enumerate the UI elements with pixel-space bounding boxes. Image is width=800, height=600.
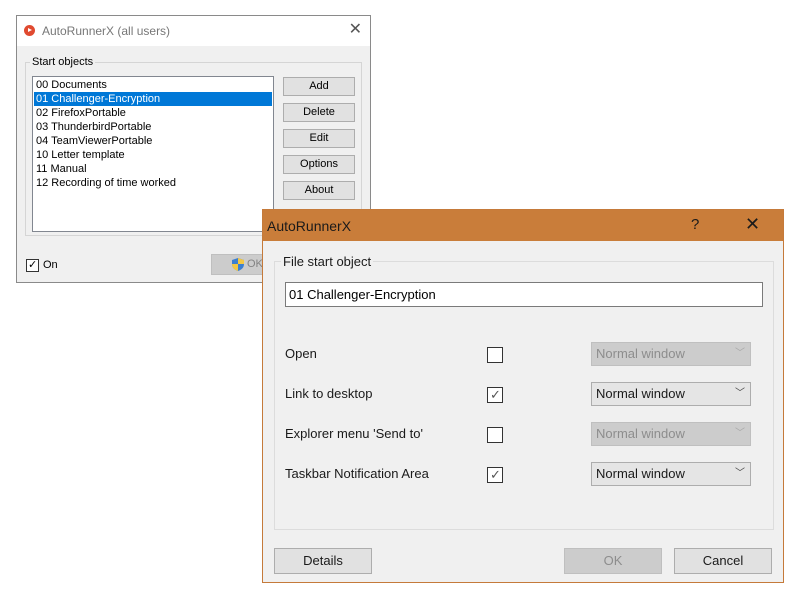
edit-button[interactable]: Edit	[283, 129, 355, 148]
delete-button[interactable]: Delete	[283, 103, 355, 122]
link-to-desktop-window-mode-select[interactable]: Normal window ﹀	[591, 382, 751, 406]
list-item[interactable]: 00 Documents	[34, 78, 272, 92]
send-to-label: Explorer menu 'Send to'	[285, 426, 423, 441]
add-button[interactable]: Add	[283, 77, 355, 96]
chevron-down-icon: ﹀	[735, 348, 745, 359]
list-item[interactable]: 02 FirefoxPortable	[34, 106, 272, 120]
details-button[interactable]: Details	[274, 548, 372, 574]
start-objects-list[interactable]: 00 Documents 01 Challenger-Encryption 02…	[32, 76, 274, 232]
close-icon[interactable]: ✕	[349, 21, 362, 39]
main-window-title: AutoRunnerX (all users)	[42, 24, 171, 38]
cancel-button[interactable]: Cancel	[674, 548, 772, 574]
link-to-desktop-checkbox[interactable]: ✓	[487, 387, 503, 403]
list-item[interactable]: 11 Manual	[34, 162, 272, 176]
open-label: Open	[285, 346, 317, 361]
main-window-titlebar[interactable]: AutoRunnerX (all users) ✕	[17, 16, 370, 46]
taskbar-notification-label: Taskbar Notification Area	[285, 466, 429, 481]
on-checkbox[interactable]: ✓	[26, 259, 39, 272]
file-start-object-dialog: AutoRunnerX ? ✕ File start object Open N…	[262, 209, 784, 583]
chevron-down-icon: ﹀	[735, 468, 745, 479]
dialog-title: AutoRunnerX	[267, 218, 352, 234]
file-start-object-label: File start object	[283, 254, 372, 269]
open-checkbox[interactable]	[487, 347, 503, 363]
check-icon: ✓	[28, 259, 38, 271]
options-button[interactable]: Options	[283, 155, 355, 174]
check-icon: ✓	[490, 467, 501, 482]
link-to-desktop-window-mode-value: Normal window	[596, 386, 685, 401]
list-item[interactable]: 03 ThunderbirdPortable	[34, 120, 272, 134]
chevron-down-icon: ﹀	[735, 428, 745, 439]
send-to-window-mode-select[interactable]: Normal window ﹀	[591, 422, 751, 446]
on-label: On	[43, 259, 58, 271]
send-to-checkbox[interactable]	[487, 427, 503, 443]
start-objects-label: Start objects	[32, 56, 94, 68]
check-icon: ✓	[490, 387, 501, 402]
uac-shield-icon	[232, 258, 244, 271]
taskbar-notification-window-mode-select[interactable]: Normal window ﹀	[591, 462, 751, 486]
chevron-down-icon: ﹀	[735, 388, 745, 399]
help-icon[interactable]: ?	[691, 216, 699, 233]
ok-button[interactable]: OK	[564, 548, 662, 574]
open-window-mode-value: Normal window	[596, 346, 685, 361]
list-item[interactable]: 04 TeamViewerPortable	[34, 134, 272, 148]
link-to-desktop-label: Link to desktop	[285, 386, 373, 401]
file-name-input[interactable]	[285, 282, 763, 307]
list-item-selected[interactable]: 01 Challenger-Encryption	[34, 92, 272, 106]
close-icon[interactable]: ✕	[745, 214, 760, 235]
send-to-window-mode-value: Normal window	[596, 426, 685, 441]
taskbar-notification-window-mode-value: Normal window	[596, 466, 685, 481]
main-ok-label: OK	[247, 258, 263, 270]
open-window-mode-select[interactable]: Normal window ﹀	[591, 342, 751, 366]
app-icon	[24, 25, 35, 36]
dialog-titlebar[interactable]: AutoRunnerX ? ✕	[263, 210, 783, 241]
about-button[interactable]: About	[283, 181, 355, 200]
list-item[interactable]: 10 Letter template	[34, 148, 272, 162]
list-item[interactable]: 12 Recording of time worked	[34, 176, 272, 190]
taskbar-notification-checkbox[interactable]: ✓	[487, 467, 503, 483]
